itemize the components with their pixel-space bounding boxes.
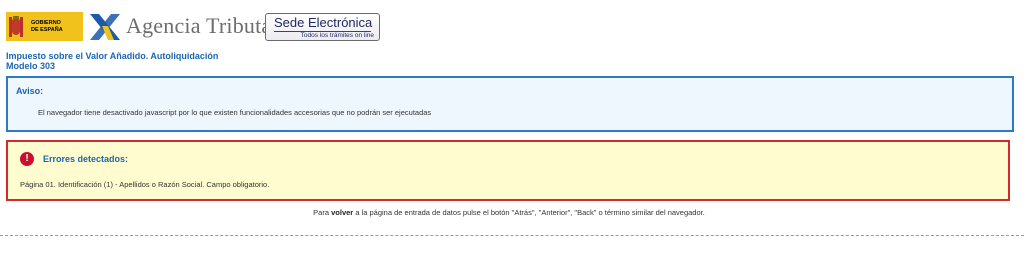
errors-title: Errores detectados: (43, 154, 129, 164)
agencia-tributaria-logo-icon[interactable] (88, 12, 122, 42)
errors-box: ! Errores detectados: Página 01. Identif… (6, 140, 1010, 201)
back-instructions: Para volver a la página de entrada de da… (0, 208, 1018, 217)
sede-title: Sede Electrónica (274, 15, 373, 30)
dashed-divider (0, 235, 1024, 236)
error-message: Página 01. Identificación (1) - Apellido… (20, 180, 270, 189)
aviso-box: Aviso: El navegador tiene desactivado ja… (6, 76, 1014, 132)
volver-prefix: Para (313, 208, 330, 217)
exclamation-circle-icon: ! (20, 152, 34, 166)
gobierno-de-espana-logo[interactable]: GOBIERNO DE ESPAÑA (6, 12, 83, 41)
aviso-title: Aviso: (16, 86, 44, 96)
gov-logo-line2: DE ESPAÑA (31, 26, 63, 33)
coat-of-arms-icon (9, 15, 23, 38)
sede-subtitle: Todos los trámites on line (300, 32, 374, 39)
page-title: Impuesto sobre el Valor Añadido. Autoliq… (6, 51, 218, 71)
site-header: GOBIERNO DE ESPAÑA Agencia Tributaria Se… (6, 12, 386, 42)
volver-bold: volver (331, 208, 354, 217)
page-title-line1: Impuesto sobre el Valor Añadido. Autoliq… (6, 51, 219, 61)
gov-logo-text: GOBIERNO DE ESPAÑA (31, 20, 63, 33)
volver-suffix: a la página de entrada de datos pulse el… (355, 208, 705, 217)
sede-electronica-button[interactable]: Sede Electrónica Todos los trámites on l… (265, 13, 380, 41)
page-title-line2: Modelo 303 (6, 61, 56, 71)
aviso-text: El navegador tiene desactivado javascrip… (38, 108, 432, 117)
gov-logo-line1: GOBIERNO (31, 20, 61, 26)
